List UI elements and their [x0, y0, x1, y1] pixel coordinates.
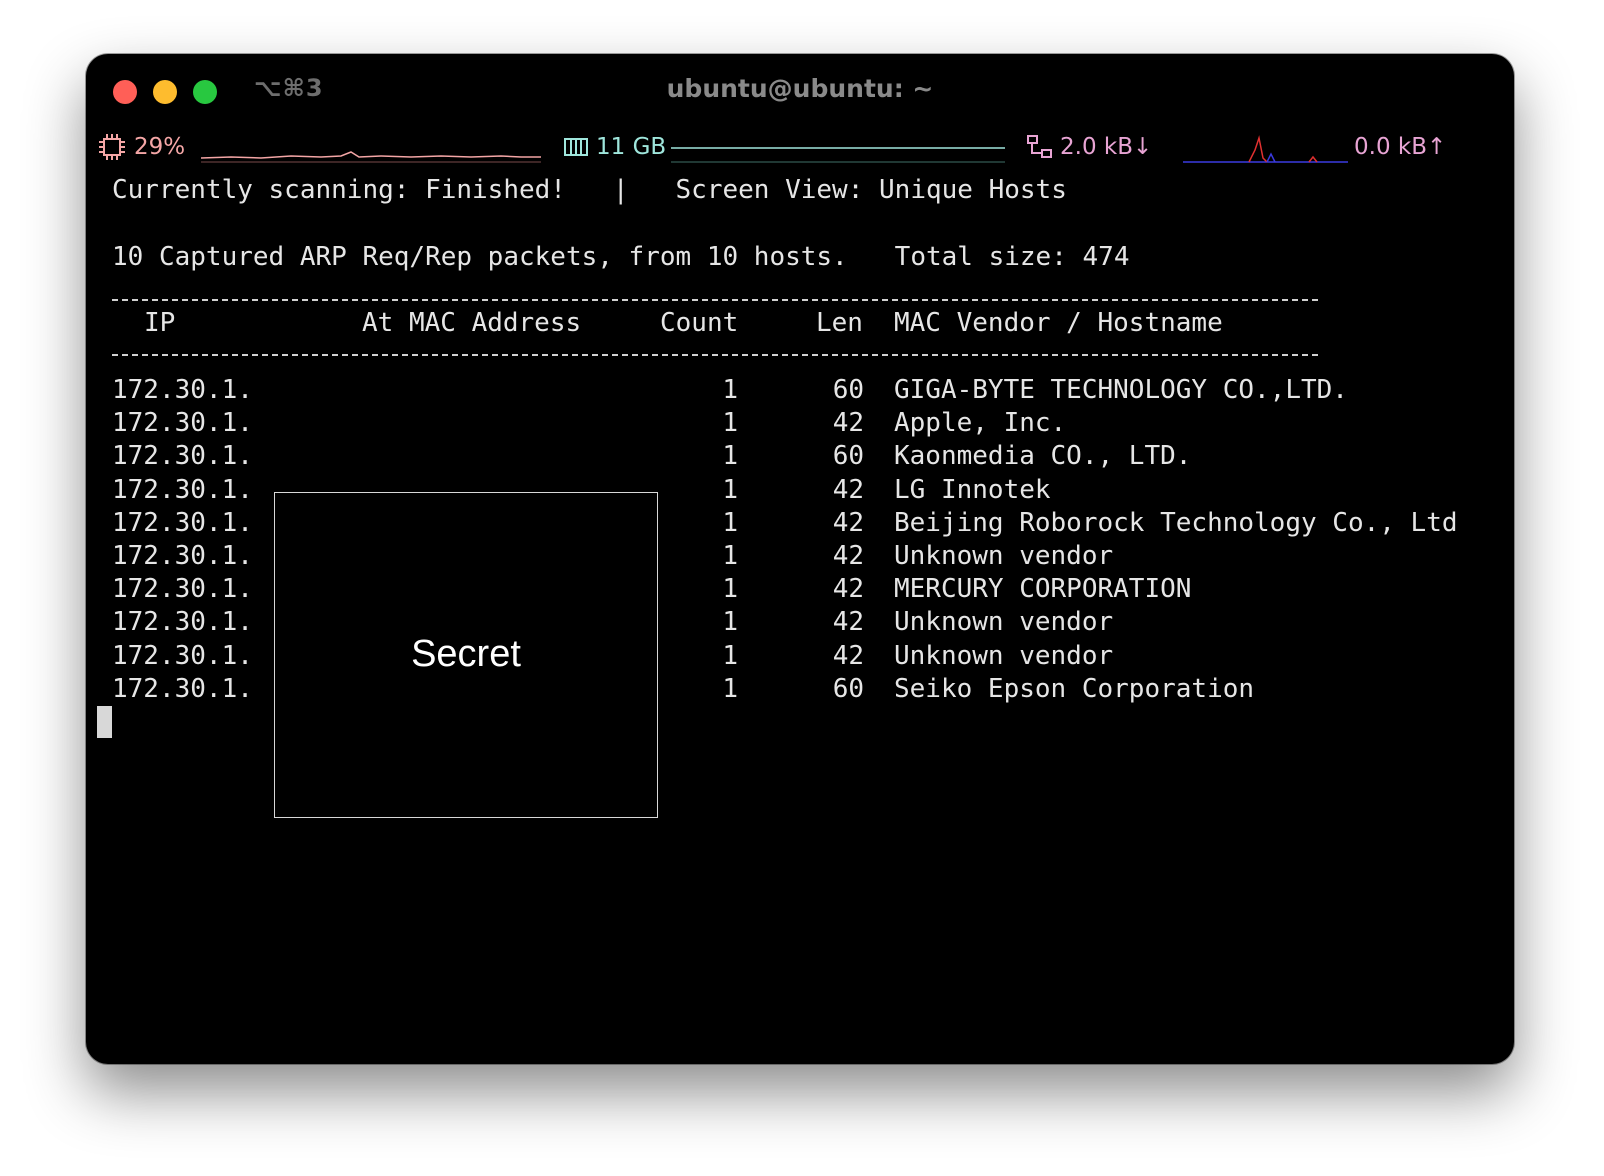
header-len: Len	[816, 308, 863, 338]
row-count: 1	[722, 541, 738, 571]
row-vendor: Unknown vendor	[894, 607, 1114, 637]
header-count: Count	[660, 308, 739, 338]
row-ip: 172.30.1.	[112, 607, 253, 637]
capture-summary-line: 10 Captured ARP Req/Rep packets, from 10…	[112, 242, 1130, 272]
window-title: ubuntu@ubuntu: ~	[666, 74, 934, 103]
row-count: 1	[722, 574, 738, 604]
row-ip: 172.30.1.	[112, 574, 253, 604]
row-vendor: GIGA-BYTE TECHNOLOGY CO.,LTD.	[894, 375, 1348, 405]
row-ip: 172.30.1.	[112, 541, 253, 571]
cpu-usage-graph	[201, 151, 541, 163]
row-count: 1	[722, 508, 738, 538]
row-len: 42	[832, 607, 864, 637]
redaction-box: Secret	[274, 492, 658, 818]
memory-icon	[562, 133, 590, 167]
row-vendor: Beijing Roborock Technology Co., Ltd	[894, 508, 1458, 538]
row-vendor: Kaonmedia CO., LTD.	[894, 441, 1192, 471]
scan-status-line: Currently scanning: Finished! | Screen V…	[112, 175, 1067, 205]
network-download-value: 2.0 kB↓	[1060, 134, 1153, 160]
row-ip: 172.30.1.	[112, 508, 253, 538]
row-len: 60	[832, 441, 864, 471]
header-vendor: MAC Vendor / Hostname	[894, 308, 1223, 338]
row-vendor: Unknown vendor	[894, 541, 1114, 571]
row-count: 1	[722, 641, 738, 671]
row-len: 60	[832, 375, 864, 405]
row-len: 42	[832, 475, 864, 505]
row-ip: 172.30.1.	[112, 375, 253, 405]
row-ip: 172.30.1.	[112, 641, 253, 671]
terminal-cursor	[97, 706, 112, 738]
row-count: 1	[722, 441, 738, 471]
cpu-usage-value: 29%	[134, 134, 186, 160]
row-ip: 172.30.1.	[112, 674, 253, 704]
table-top-divider	[112, 299, 1318, 301]
row-vendor: Apple, Inc.	[894, 408, 1067, 438]
row-vendor: Seiko Epson Corporation	[894, 674, 1255, 704]
table-header-divider	[112, 354, 1318, 356]
row-len: 42	[832, 641, 864, 671]
row-count: 1	[722, 408, 738, 438]
row-count: 1	[722, 475, 738, 505]
header-mac: At MAC Address	[362, 308, 582, 338]
row-count: 1	[722, 375, 738, 405]
row-len: 42	[832, 408, 864, 438]
row-count: 1	[722, 607, 738, 637]
row-vendor: MERCURY CORPORATION	[894, 574, 1192, 604]
header-ip: IP	[144, 308, 176, 338]
row-vendor: LG Innotek	[894, 475, 1051, 505]
network-traffic-graph	[1183, 135, 1348, 163]
row-len: 42	[832, 574, 864, 604]
redaction-label: Secret	[411, 633, 521, 675]
row-count: 1	[722, 674, 738, 704]
title-bar[interactable]: ⌥⌘3 ubuntu@ubuntu: ~	[86, 54, 1514, 130]
memory-usage-graph	[671, 147, 1005, 163]
row-len: 60	[832, 674, 864, 704]
row-len: 42	[832, 508, 864, 538]
row-len: 42	[832, 541, 864, 571]
terminal-window[interactable]: ⌥⌘3 ubuntu@ubuntu: ~ 29% 11 GB 2.0 kB↓ 0…	[86, 54, 1514, 1064]
status-bar: 29% 11 GB 2.0 kB↓ 0.0 kB↑	[86, 130, 1514, 170]
network-icon	[1026, 133, 1054, 167]
cpu-chip-icon	[98, 133, 126, 167]
row-ip: 172.30.1.	[112, 441, 253, 471]
memory-usage-value: 11 GB	[596, 134, 667, 160]
row-vendor: Unknown vendor	[894, 641, 1114, 671]
row-ip: 172.30.1.	[112, 408, 253, 438]
network-upload-value: 0.0 kB↑	[1354, 134, 1447, 160]
row-ip: 172.30.1.	[112, 475, 253, 505]
